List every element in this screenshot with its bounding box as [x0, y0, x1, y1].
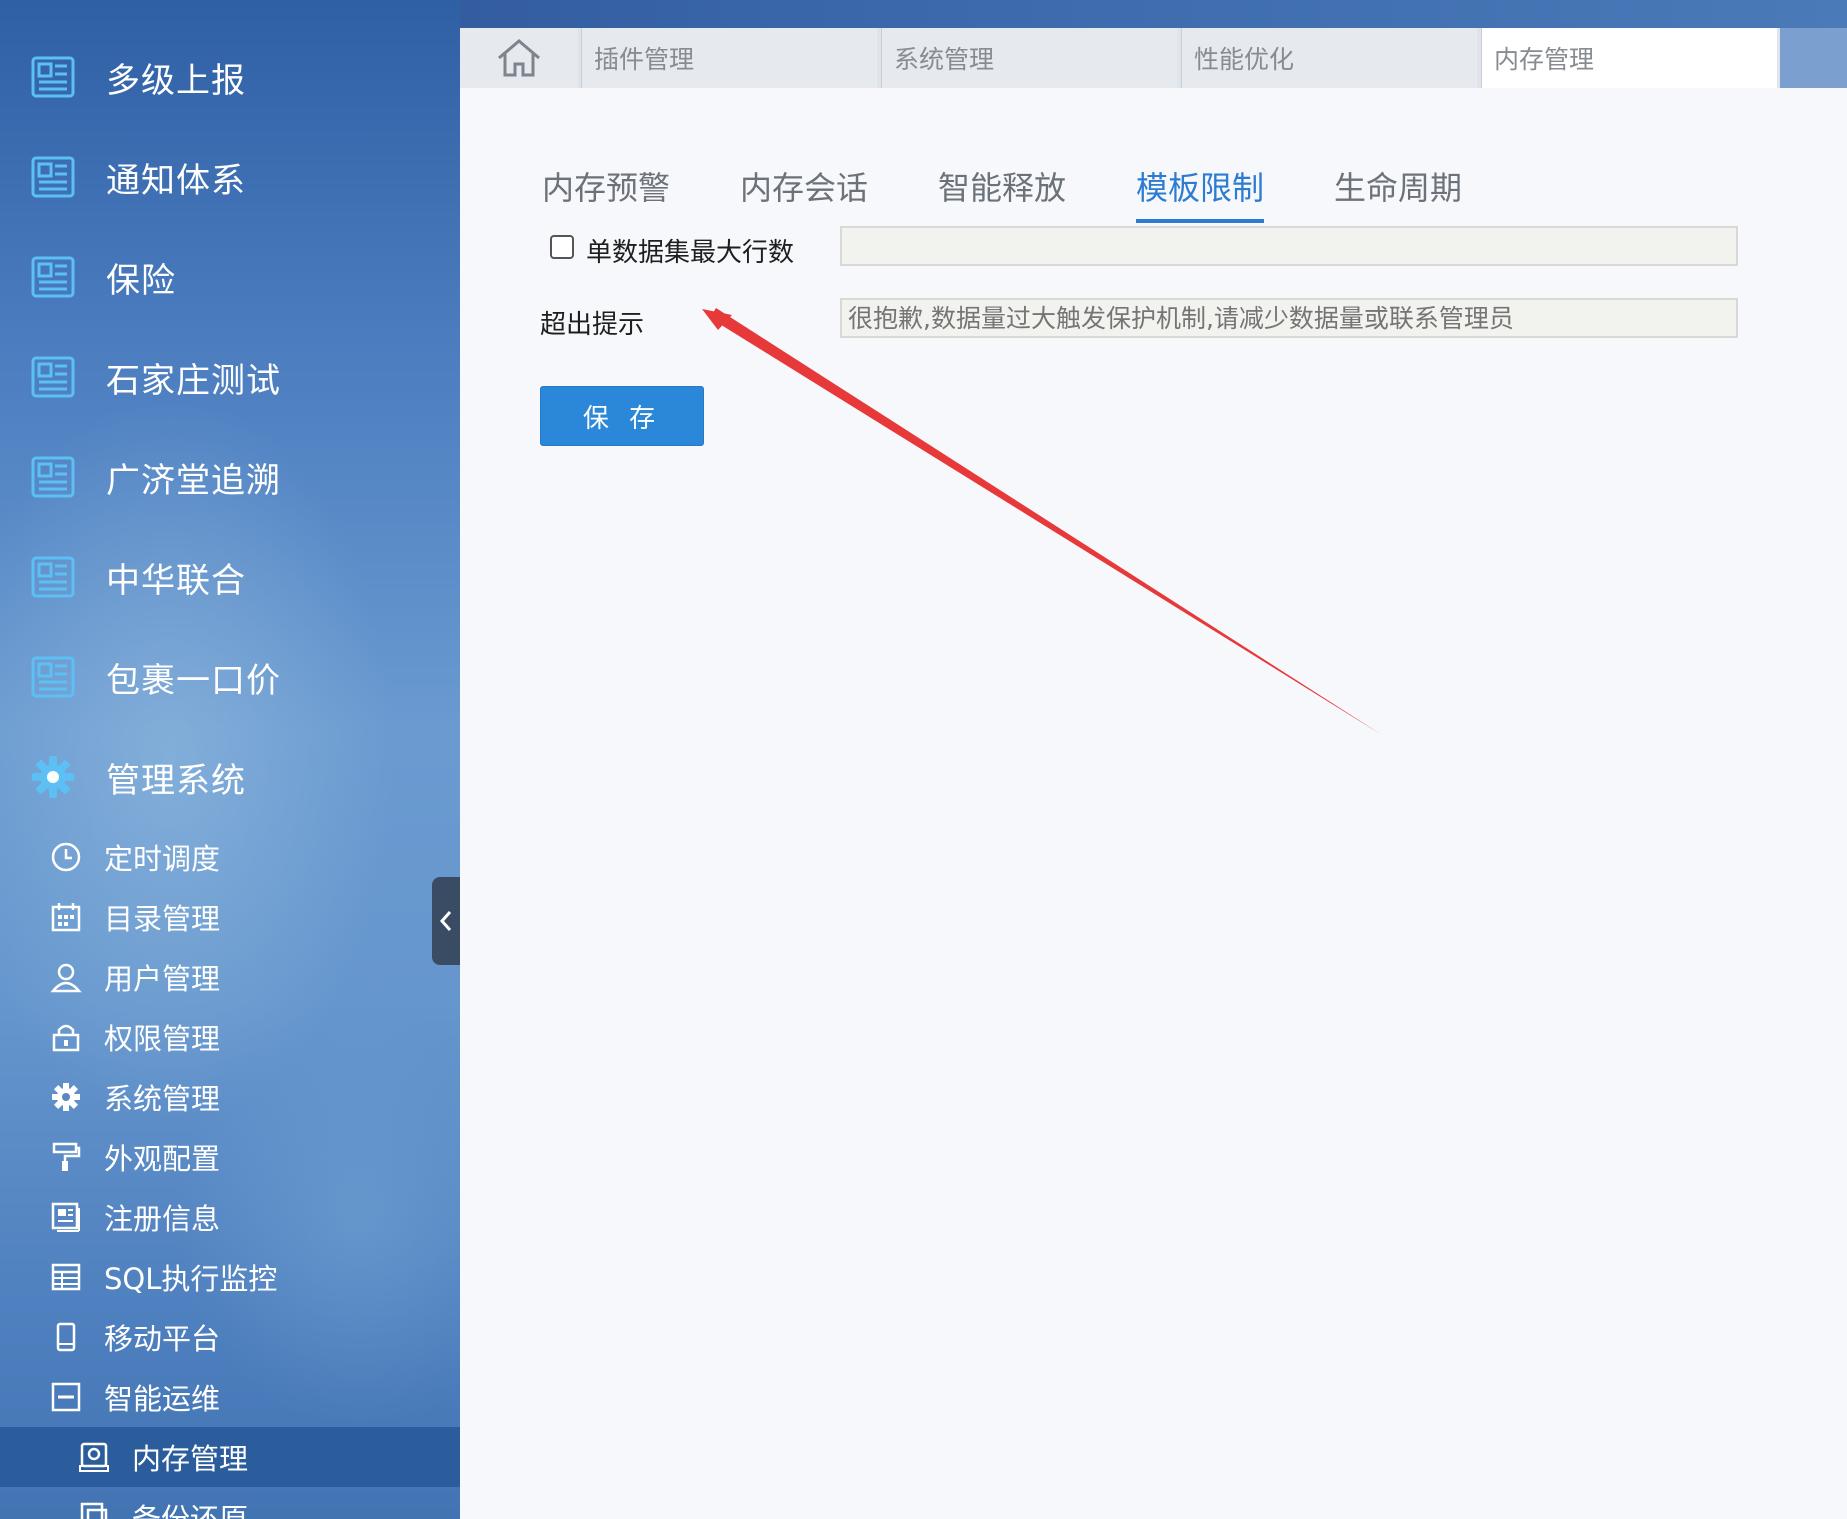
chevron-left-icon: [439, 911, 452, 931]
tab-bar: 插件管理 系统管理 性能优化 内存管理: [460, 28, 1847, 88]
newspaper-icon: [31, 56, 75, 98]
sidebar-item-system-management[interactable]: 系统管理: [0, 1067, 460, 1127]
gear-icon: [52, 1083, 80, 1111]
newspaper-icon: [31, 556, 75, 598]
tab-label: 性能优化: [1194, 45, 1295, 74]
sidebar-item-appearance-config[interactable]: 外观配置: [0, 1127, 460, 1187]
sidebar-item-intelligent-ops[interactable]: 智能运维: [0, 1367, 460, 1427]
tab-home[interactable]: [460, 28, 578, 88]
sidebar-item-registration-info[interactable]: 注册信息: [0, 1187, 460, 1247]
sidebar-item-label: 内存管理: [132, 1442, 249, 1476]
sidebar-item-label: 保险: [106, 260, 176, 301]
sidebar-item-zhonghua-lianhe[interactable]: 中华联合: [0, 527, 460, 627]
lock-icon: [52, 1024, 80, 1052]
table-icon: [51, 1263, 81, 1291]
sidebar-item-package-flat-price[interactable]: 包裹一口价: [0, 627, 460, 727]
sidebar: 多级上报 通知体系 保险 石家庄测试 广济堂追溯 中华联合 包裹一口价 管理系统: [0, 0, 460, 1519]
sidebar-item-label: 权限管理: [104, 1022, 221, 1056]
sidebar-item-backup-restore[interactable]: 备份还原: [0, 1487, 460, 1519]
overflow-message-label: 超出提示: [540, 310, 645, 340]
sidebar-item-label: 备份还原: [132, 1502, 249, 1519]
sidebar-item-guangjitang-trace[interactable]: 广济堂追溯: [0, 427, 460, 527]
paint-roller-icon: [52, 1142, 81, 1171]
max-rows-input[interactable]: [840, 226, 1738, 266]
tab-label: 内存管理: [1494, 45, 1595, 74]
newspaper-icon: [31, 356, 75, 398]
newspaper-icon: [31, 456, 75, 498]
sidebar-item-label: 中华联合: [106, 560, 246, 601]
sidebar-item-scheduled-tasks[interactable]: 定时调度: [0, 827, 460, 887]
tab-bar-filler: [1780, 28, 1847, 88]
subtab-smart-release[interactable]: 智能释放: [938, 163, 1066, 219]
sidebar-item-management-system[interactable]: 管理系统: [0, 727, 460, 827]
sidebar-item-label: 多级上报: [106, 60, 246, 101]
sidebar-item-shijiazhuang-test[interactable]: 石家庄测试: [0, 327, 460, 427]
subtab-memory-warning[interactable]: 内存预警: [542, 163, 670, 219]
sidebar-collapse-toggle[interactable]: [432, 877, 460, 965]
subtab-lifecycle[interactable]: 生命周期: [1334, 163, 1462, 219]
sidebar-item-label: 广济堂追溯: [106, 460, 281, 501]
tab-performance-optimization[interactable]: 性能优化: [1181, 28, 1477, 88]
max-rows-label: 单数据集最大行数: [586, 238, 795, 268]
sidebar-item-catalog-management[interactable]: 目录管理: [0, 887, 460, 947]
sidebar-item-label: 石家庄测试: [106, 360, 281, 401]
sidebar-item-insurance[interactable]: 保险: [0, 227, 460, 327]
minus-square-icon: [51, 1382, 81, 1412]
mobile-icon: [56, 1322, 76, 1352]
sidebar-item-multilevel-report[interactable]: 多级上报: [0, 27, 460, 127]
document-icon: [51, 1202, 80, 1232]
sidebar-item-label: 目录管理: [104, 902, 221, 936]
tab-label: 系统管理: [894, 45, 995, 74]
tab-plugin-management[interactable]: 插件管理: [581, 28, 877, 88]
tab-system-management[interactable]: 系统管理: [881, 28, 1177, 88]
sidebar-item-label: 外观配置: [104, 1142, 221, 1176]
main-content: 插件管理 系统管理 性能优化 内存管理 内存预警 内存会话 智能释放 模板限制 …: [460, 28, 1847, 1519]
max-rows-checkbox[interactable]: [550, 235, 574, 259]
sidebar-item-label: SQL执行监控: [104, 1262, 278, 1296]
sidebar-item-label: 包裹一口价: [106, 660, 281, 701]
overflow-message-input[interactable]: [840, 298, 1738, 338]
sidebar-item-label: 通知体系: [106, 160, 246, 201]
save-button[interactable]: 保 存: [540, 386, 704, 446]
newspaper-icon: [31, 156, 75, 198]
sidebar-item-label: 注册信息: [104, 1202, 221, 1236]
user-icon: [50, 963, 82, 993]
sidebar-item-permission-management[interactable]: 权限管理: [0, 1007, 460, 1067]
sidebar-item-label: 定时调度: [104, 842, 221, 876]
sidebar-item-label: 管理系统: [106, 760, 246, 801]
tab-label: 插件管理: [594, 45, 695, 74]
sidebar-item-label: 智能运维: [104, 1382, 221, 1416]
tab-memory-management[interactable]: 内存管理: [1481, 28, 1777, 88]
gear-icon: [32, 756, 74, 798]
home-icon: [498, 39, 540, 77]
subtab-template-limit[interactable]: 模板限制: [1136, 163, 1265, 223]
backup-icon: [80, 1502, 108, 1519]
sidebar-item-user-management[interactable]: 用户管理: [0, 947, 460, 1007]
clock-icon: [51, 842, 81, 872]
sidebar-item-notification[interactable]: 通知体系: [0, 127, 460, 227]
newspaper-icon: [31, 256, 75, 298]
newspaper-icon: [31, 656, 75, 698]
sidebar-item-memory-management[interactable]: 内存管理: [0, 1427, 460, 1487]
subtab-memory-sessions[interactable]: 内存会话: [740, 163, 868, 219]
sidebar-item-label: 用户管理: [104, 962, 221, 996]
sidebar-item-sql-monitor[interactable]: SQL执行监控: [0, 1247, 460, 1307]
memory-icon: [79, 1442, 109, 1472]
sidebar-item-mobile-platform[interactable]: 移动平台: [0, 1307, 460, 1367]
calendar-icon: [51, 903, 81, 932]
sidebar-item-label: 移动平台: [104, 1322, 221, 1356]
subtab-bar: 内存预警 内存会话 智能释放 模板限制 生命周期: [460, 123, 1847, 223]
sidebar-item-label: 系统管理: [104, 1082, 221, 1116]
